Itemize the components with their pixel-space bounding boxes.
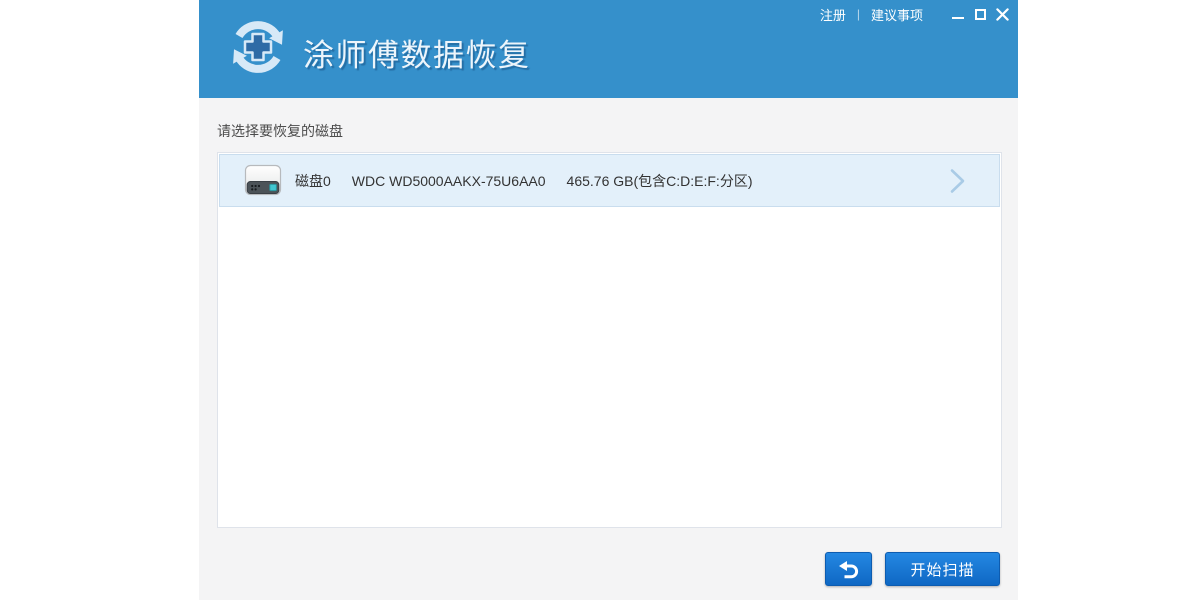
app-title: 涂师傅数据恢复 <box>303 30 531 75</box>
disk-list-panel: 磁盘0 WDC WD5000AAKX-75U6AA0 465.76 GB(包含C… <box>217 152 1002 528</box>
page-title: 请选择要恢复的磁盘 <box>217 121 343 141</box>
disk-model: WDC WD5000AAKX-75U6AA0 <box>352 173 546 189</box>
window-controls <box>944 6 1010 22</box>
start-scan-button[interactable]: 开始扫描 <box>885 552 1000 586</box>
disk-capacity: 465.76 GB(包含C:D:E:F:分区) <box>567 171 753 191</box>
register-link[interactable]: 注册 <box>820 5 846 24</box>
app-logo-icon <box>228 17 288 77</box>
back-button[interactable] <box>825 552 872 586</box>
chevron-right-icon <box>950 168 965 193</box>
undo-arrow-icon <box>838 559 860 579</box>
disk-row[interactable]: 磁盘0 WDC WD5000AAKX-75U6AA0 465.76 GB(包含C… <box>219 154 1000 207</box>
close-button[interactable] <box>994 6 1010 22</box>
maximize-icon <box>975 9 986 20</box>
disk-name: 磁盘0 <box>295 171 331 191</box>
header-toolbar: 注册 | 建议事项 <box>820 5 1010 23</box>
close-icon <box>996 8 1009 21</box>
minimize-button[interactable] <box>950 6 966 22</box>
app-window: 涂师傅数据恢复 注册 | 建议事项 请选择要恢复的磁盘 <box>199 0 1018 600</box>
minimize-icon <box>952 17 964 19</box>
suggestions-link[interactable]: 建议事项 <box>871 5 923 24</box>
hard-drive-icon <box>243 164 283 198</box>
app-header: 涂师傅数据恢复 注册 | 建议事项 <box>199 0 1018 98</box>
header-divider: | <box>857 7 860 21</box>
maximize-button[interactable] <box>972 6 988 22</box>
